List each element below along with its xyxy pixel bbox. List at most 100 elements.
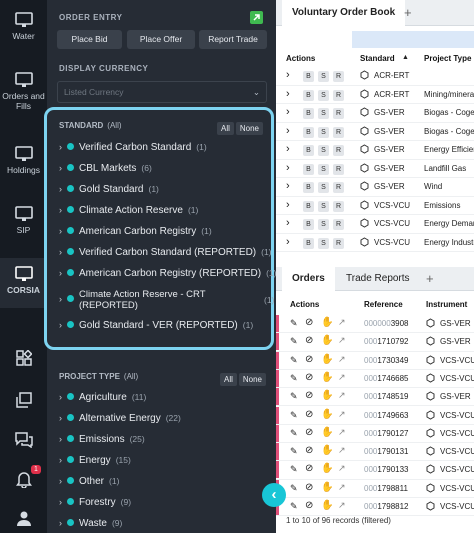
edit-icon[interactable]: ✎: [290, 336, 298, 347]
table-row[interactable]: › B S R GS-VER Energy Efficien: [276, 141, 474, 160]
open-icon[interactable]: ↗: [338, 354, 346, 365]
cancel-icon[interactable]: ⊘: [305, 372, 313, 383]
chevron-right-icon[interactable]: ›: [59, 434, 62, 444]
sell-action-button[interactable]: S: [318, 108, 329, 119]
sell-action-button[interactable]: S: [318, 89, 329, 101]
sell-action-button[interactable]: S: [318, 200, 329, 212]
nav-holdings[interactable]: Holdings: [0, 146, 47, 186]
report-action-button[interactable]: R: [333, 237, 344, 249]
edit-icon[interactable]: ✎: [290, 355, 298, 366]
currency-select[interactable]: Listed Currency ⌄: [57, 81, 267, 103]
chevron-right-icon[interactable]: ›: [59, 497, 62, 507]
project-type-item[interactable]: › Agriculture (11): [59, 392, 146, 403]
report-action-button[interactable]: R: [333, 145, 344, 156]
nav-chat[interactable]: [0, 432, 47, 452]
hand-icon[interactable]: ✋: [321, 500, 333, 511]
buy-action-button[interactable]: B: [303, 89, 314, 101]
edit-icon[interactable]: ✎: [290, 501, 298, 512]
table-row[interactable]: ✎ ⊘ ✋ ↗ 0001746685 VCS-VCU: [276, 369, 474, 389]
tab-trade-reports[interactable]: Trade Reports: [336, 267, 420, 291]
project-type-all-button[interactable]: All: [219, 373, 237, 386]
expand-chevron-icon[interactable]: ›: [286, 69, 290, 81]
expand-chevron-icon[interactable]: ›: [286, 217, 290, 229]
chevron-right-icon[interactable]: ›: [59, 226, 62, 236]
buy-action-button[interactable]: B: [303, 145, 314, 156]
tab-orders[interactable]: Orders: [282, 267, 335, 291]
nav-corsia[interactable]: CORSIA: [0, 258, 47, 308]
table-row[interactable]: ✎ ⊘ ✋ ↗ 0001749663 VCS-VCU: [276, 406, 474, 425]
table-row[interactable]: ✎ ⊘ ✋ ↗ 0000003908 GS-VER: [276, 315, 474, 334]
table-row[interactable]: › B S R ACR-ERT: [276, 67, 474, 86]
chevron-right-icon[interactable]: ›: [59, 247, 62, 257]
expand-chevron-icon[interactable]: ›: [286, 143, 290, 155]
cancel-icon[interactable]: ⊘: [305, 335, 313, 346]
chevron-right-icon[interactable]: ›: [59, 392, 62, 402]
chevron-right-icon[interactable]: ›: [59, 413, 62, 423]
header-actions[interactable]: Actions: [286, 54, 315, 63]
cancel-icon[interactable]: ⊘: [305, 427, 313, 438]
standard-item[interactable]: › Gold Standard - VER (REPORTED) (1): [59, 320, 253, 331]
report-trade-button[interactable]: Report Trade: [199, 30, 267, 49]
nav-widgets[interactable]: [0, 350, 47, 370]
expand-chevron-icon[interactable]: ›: [286, 236, 290, 248]
add-tab-button[interactable]: +: [394, 0, 422, 26]
link-icon[interactable]: [250, 11, 263, 24]
buy-action-button[interactable]: B: [303, 200, 314, 212]
cancel-icon[interactable]: ⊘: [305, 500, 313, 511]
project-type-none-button[interactable]: None: [238, 373, 266, 386]
edit-icon[interactable]: ✎: [290, 318, 298, 329]
nav-copy[interactable]: [0, 392, 47, 412]
standard-item[interactable]: › Verified Carbon Standard (REPORTED) (1): [59, 247, 272, 258]
table-row[interactable]: › B S R VCS-VCU Emissions: [276, 197, 474, 215]
nav-user[interactable]: [0, 510, 47, 530]
standard-item[interactable]: › CBL Markets (6): [59, 163, 152, 174]
buy-action-button[interactable]: B: [303, 71, 314, 82]
cancel-icon[interactable]: ⊘: [305, 463, 313, 474]
chevron-right-icon[interactable]: ›: [59, 142, 62, 152]
chevron-right-icon[interactable]: ›: [59, 476, 62, 486]
report-action-button[interactable]: R: [333, 126, 344, 138]
report-action-button[interactable]: R: [333, 163, 344, 175]
report-action-button[interactable]: R: [333, 200, 344, 212]
expand-chevron-icon[interactable]: ›: [286, 106, 290, 118]
open-icon[interactable]: ↗: [338, 317, 346, 328]
chevron-right-icon[interactable]: ›: [59, 163, 62, 173]
nav-water[interactable]: Water: [0, 12, 47, 52]
expand-chevron-icon[interactable]: ›: [286, 125, 290, 137]
expand-chevron-icon[interactable]: ›: [286, 199, 290, 211]
cancel-icon[interactable]: ⊘: [305, 482, 313, 493]
hand-icon[interactable]: ✋: [321, 317, 333, 328]
sell-action-button[interactable]: S: [318, 71, 329, 82]
hand-icon[interactable]: ✋: [321, 335, 333, 346]
buy-action-button[interactable]: B: [303, 182, 314, 193]
add-tab-button[interactable]: +: [416, 267, 444, 291]
open-icon[interactable]: ↗: [338, 390, 346, 401]
sell-action-button[interactable]: S: [318, 237, 329, 249]
nav-notifications[interactable]: 1: [0, 465, 47, 492]
open-icon[interactable]: ↗: [338, 500, 346, 511]
hand-icon[interactable]: ✋: [321, 372, 333, 383]
sell-action-button[interactable]: S: [318, 145, 329, 156]
table-row[interactable]: › B S R GS-VER Wind: [276, 178, 474, 197]
table-row[interactable]: › B S R VCS-VCU Energy Industri: [276, 234, 474, 252]
hand-icon[interactable]: ✋: [321, 354, 333, 365]
header-project-type[interactable]: Project Type: [424, 54, 471, 63]
hand-icon[interactable]: ✋: [321, 463, 333, 474]
project-type-item[interactable]: › Other (1): [59, 476, 119, 487]
expand-chevron-icon[interactable]: ›: [286, 180, 290, 192]
table-row[interactable]: ✎ ⊘ ✋ ↗ 0001798811 VCS-VCU: [276, 479, 474, 498]
buy-action-button[interactable]: B: [303, 219, 314, 230]
tab-voluntary-order-book[interactable]: Voluntary Order Book: [282, 0, 406, 26]
header-standard[interactable]: Standard: [360, 54, 395, 63]
sell-action-button[interactable]: S: [318, 219, 329, 230]
report-action-button[interactable]: R: [333, 108, 344, 119]
edit-icon[interactable]: ✎: [290, 391, 298, 402]
report-action-button[interactable]: R: [333, 71, 344, 82]
cancel-icon[interactable]: ⊘: [305, 354, 313, 365]
table-row[interactable]: ✎ ⊘ ✋ ↗ 0001790133 VCS-VCU: [276, 461, 474, 480]
header-actions[interactable]: Actions: [290, 300, 319, 309]
expand-chevron-icon[interactable]: ›: [286, 88, 290, 100]
hand-icon[interactable]: ✋: [321, 427, 333, 438]
chevron-right-icon[interactable]: ›: [59, 184, 62, 194]
nav-sip[interactable]: SIP: [0, 206, 47, 246]
